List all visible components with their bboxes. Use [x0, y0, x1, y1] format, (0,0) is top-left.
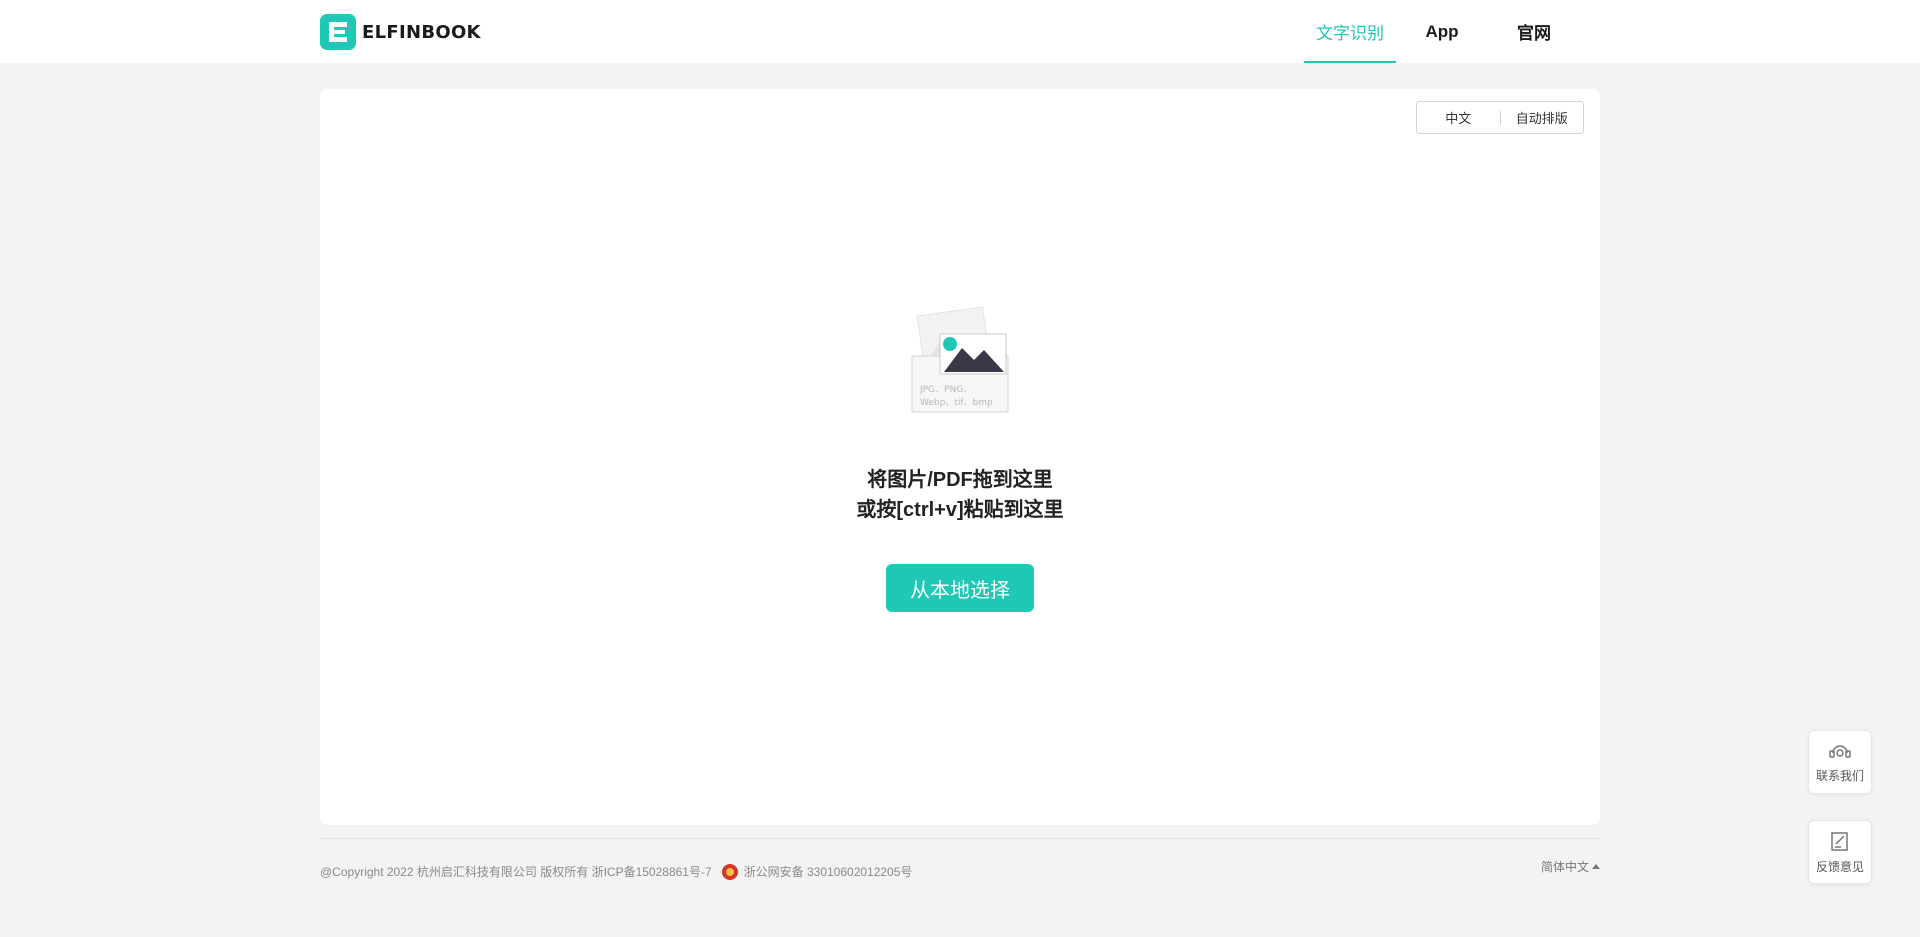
drop-instructions: 将图片/PDF拖到这里 或按[ctrl+v]粘贴到这里 [320, 465, 1600, 525]
contact-us-button[interactable]: 联系我们 [1808, 730, 1872, 794]
nav-app[interactable]: App [1396, 0, 1488, 63]
headset-icon [1829, 744, 1851, 758]
language-label: 简体中文 [1540, 860, 1589, 874]
footer-language-switch[interactable]: 简体中文 [1541, 858, 1600, 875]
feedback-label: 反馈意见 [1815, 859, 1864, 874]
layout-select[interactable]: 自动排版 [1501, 108, 1584, 127]
feedback-button[interactable]: 反馈意见 [1808, 820, 1872, 884]
nav-ocr[interactable]: 文字识别 [1304, 0, 1396, 63]
choose-local-file-button[interactable]: 从本地选择 [886, 564, 1034, 612]
nav-official-site[interactable]: 官网 [1488, 0, 1580, 63]
logo[interactable]: ELFINBOOK [320, 14, 481, 50]
footer-divider [320, 838, 1600, 839]
copyright-text[interactable]: @Copyright 2022 杭州启汇科技有限公司 版权所有 浙ICP备150… [320, 863, 712, 880]
logo-icon [320, 14, 356, 50]
edit-note-icon [1831, 831, 1848, 851]
logo-text: ELFINBOOK [362, 21, 481, 43]
upload-card[interactable]: 中文 自动排版 JPG、PNG、 Webp、tif、bmp 将图片/PDF拖到这… [320, 89, 1600, 825]
format-text-2: Webp、tif、bmp [920, 398, 993, 408]
police-badge-icon [721, 863, 738, 880]
recognition-options: 中文 自动排版 [1416, 101, 1584, 134]
footer-copyright: @Copyright 2022 杭州启汇科技有限公司 版权所有 浙ICP备150… [320, 863, 912, 880]
contact-us-label: 联系我们 [1815, 768, 1864, 783]
image-upload-icon: JPG、PNG、 Webp、tif、bmp [911, 306, 1009, 413]
format-text-1: JPG、PNG、 [919, 385, 972, 395]
police-record-text[interactable]: 浙公网安备 33010602012205号 [744, 863, 913, 880]
language-select[interactable]: 中文 [1417, 108, 1500, 127]
drop-line-1: 将图片/PDF拖到这里 [867, 469, 1053, 491]
top-navigation-bar: ELFINBOOK 文字识别 App 官网 [0, 0, 1920, 63]
drop-line-2: 或按[ctrl+v]粘贴到这里 [856, 499, 1064, 521]
main-nav: 文字识别 App 官网 [1304, 0, 1580, 63]
caret-up-icon [1592, 864, 1600, 869]
